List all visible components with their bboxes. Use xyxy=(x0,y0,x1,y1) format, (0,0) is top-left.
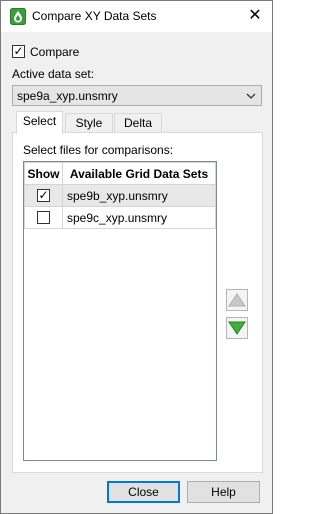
help-button[interactable]: Help xyxy=(187,481,260,503)
select-files-label: Select files for comparisons: xyxy=(23,143,174,157)
show-checkbox[interactable]: ✓ xyxy=(37,189,50,202)
show-cell: ✓ xyxy=(24,184,63,207)
table-row[interactable]: spe9c_xyp.unsmry xyxy=(24,206,216,229)
column-header-show: Show xyxy=(24,162,63,185)
show-cell xyxy=(24,206,63,229)
drop-icon xyxy=(10,8,26,25)
triangle-down-icon xyxy=(228,321,246,335)
window-title: Compare XY Data Sets xyxy=(32,9,157,23)
triangle-up-icon xyxy=(228,293,246,307)
move-up-button[interactable] xyxy=(226,289,248,311)
active-data-set-select[interactable]: spe9a_xyp.unsmry xyxy=(12,85,262,106)
close-button[interactable]: Close xyxy=(107,481,180,503)
table-row[interactable]: ✓ spe9b_xyp.unsmry xyxy=(24,184,216,207)
data-set-name: spe9c_xyp.unsmry xyxy=(62,206,216,229)
compare-label: Compare xyxy=(30,45,80,59)
column-header-data-sets: Available Grid Data Sets xyxy=(62,162,216,185)
data-sets-table: Show Available Grid Data Sets ✓ spe9b_xy… xyxy=(24,162,216,229)
compare-checkbox[interactable]: ✓ xyxy=(12,45,25,58)
tab-select[interactable]: Select xyxy=(16,111,63,134)
show-checkbox[interactable] xyxy=(37,211,50,224)
chevron-down-icon xyxy=(246,93,256,99)
active-data-set-value: spe9a_xyp.unsmry xyxy=(17,89,118,103)
table-header-row: Show Available Grid Data Sets xyxy=(24,162,216,185)
active-data-set-label: Active data set: xyxy=(12,67,95,81)
compare-xy-dialog: Compare XY Data Sets ✕ ✓ Compare Active … xyxy=(0,0,273,514)
title-bar: Compare XY Data Sets ✕ xyxy=(1,1,272,32)
tab-style[interactable]: Style xyxy=(65,113,113,133)
close-icon[interactable]: ✕ xyxy=(238,1,272,32)
data-set-name: spe9b_xyp.unsmry xyxy=(62,184,216,207)
move-down-button[interactable] xyxy=(226,317,248,339)
data-sets-list[interactable]: Show Available Grid Data Sets ✓ spe9b_xy… xyxy=(23,161,217,461)
tab-delta[interactable]: Delta xyxy=(114,113,162,133)
